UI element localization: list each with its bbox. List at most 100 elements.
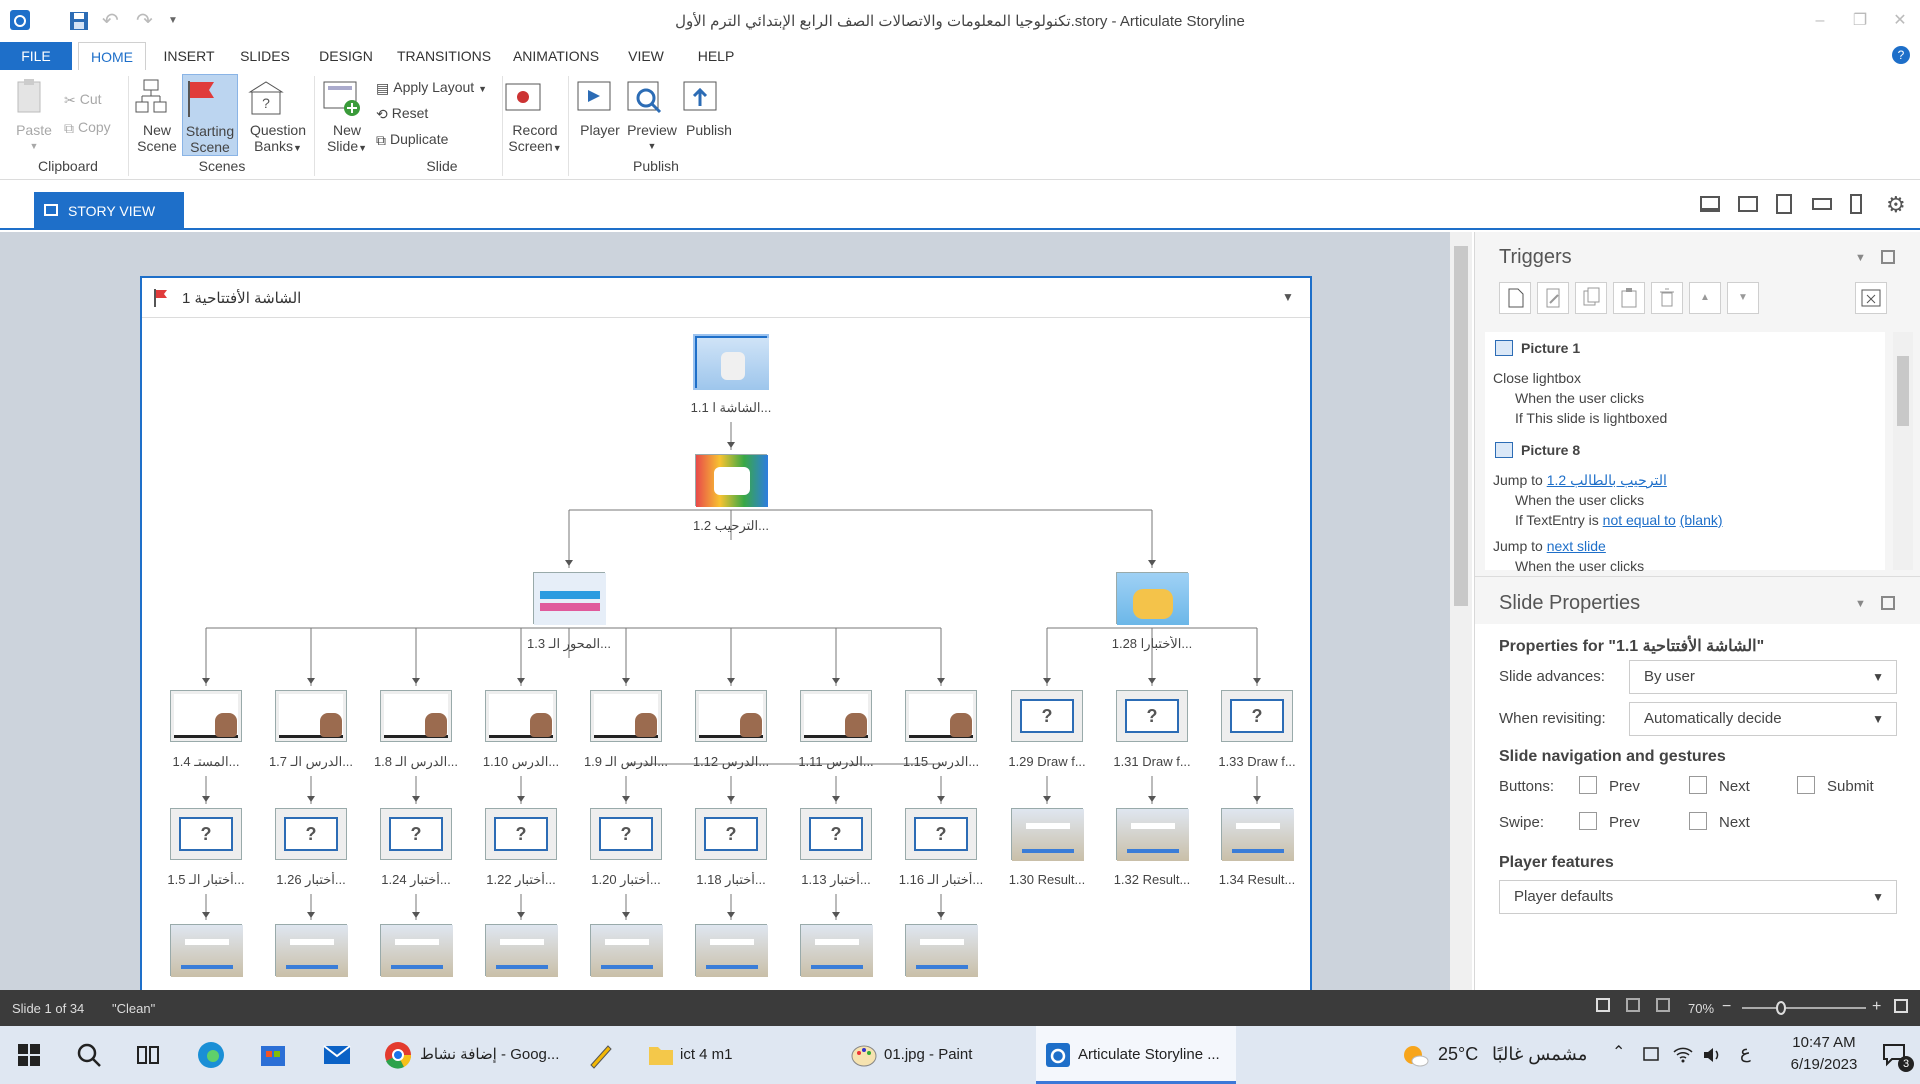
weather-temperature[interactable]: 25°C xyxy=(1438,1044,1478,1065)
slide-thumbnail[interactable]: ? xyxy=(170,808,242,860)
next-button-checkbox[interactable] xyxy=(1689,776,1707,794)
tablet-portrait-icon[interactable] xyxy=(1776,194,1792,214)
slide-thumbnail[interactable] xyxy=(380,924,453,977)
slide-thumbnail[interactable] xyxy=(170,924,243,977)
swipe-next-checkbox[interactable] xyxy=(1689,812,1707,830)
edge-icon[interactable] xyxy=(196,1040,226,1070)
zoom-slider[interactable] xyxy=(1742,1001,1866,1015)
search-icon[interactable] xyxy=(76,1042,102,1068)
slide-node[interactable] xyxy=(158,924,254,990)
wifi-icon[interactable] xyxy=(1672,1044,1694,1064)
edit-trigger-button[interactable] xyxy=(1537,282,1569,314)
publish-button[interactable]: Publish xyxy=(682,78,736,138)
properties-float-icon[interactable] xyxy=(1881,596,1895,610)
slide-thumbnail[interactable] xyxy=(695,924,768,977)
slide-node[interactable] xyxy=(578,924,674,990)
slide-node[interactable]: ? 1.31 Draw f... xyxy=(1104,690,1200,790)
slide-master-mode-icon[interactable] xyxy=(1656,998,1670,1012)
slide-thumbnail[interactable] xyxy=(695,336,769,390)
player-features-dropdown[interactable]: Player defaults ▼ xyxy=(1499,880,1897,914)
input-language[interactable]: ع xyxy=(1740,1042,1751,1063)
taskbar-chrome[interactable]: إضافة نشاط - Goog... xyxy=(380,1026,570,1084)
slide-thumbnail[interactable] xyxy=(485,690,557,742)
slide-thumbnail[interactable] xyxy=(533,572,606,625)
triggers-collapse-icon[interactable]: ▼ xyxy=(1855,252,1866,264)
clock-date[interactable]: 6/19/2023 xyxy=(1774,1056,1874,1073)
tab-view[interactable]: VIEW xyxy=(618,42,674,70)
close-button[interactable]: ✕ xyxy=(1880,8,1920,34)
phone-landscape-icon[interactable] xyxy=(1812,198,1832,210)
tab-insert[interactable]: INSERT xyxy=(156,42,222,70)
slide-thumbnail[interactable] xyxy=(170,690,242,742)
slide-node[interactable]: 1.8 الدرس الـ... xyxy=(368,690,464,790)
new-trigger-button[interactable] xyxy=(1499,282,1531,314)
slide-advances-dropdown[interactable]: By user ▼ xyxy=(1629,660,1897,694)
trigger-action-jump-1[interactable]: Jump to 1.2 الترحيب بالطالب xyxy=(1493,472,1667,489)
slide-node[interactable]: 1.3 المحور الـ... xyxy=(521,572,617,672)
trigger-action-jump-2[interactable]: Jump to next slide xyxy=(1493,538,1606,554)
slide-node[interactable]: 1.10 الدرس... xyxy=(473,690,569,790)
paste-trigger-button[interactable] xyxy=(1613,282,1645,314)
clock-time[interactable]: 10:47 AM xyxy=(1774,1034,1874,1051)
paste-button[interactable]: Paste ▼ xyxy=(12,78,56,154)
windows-start-icon[interactable] xyxy=(18,1044,40,1066)
mail-icon[interactable] xyxy=(322,1040,352,1070)
tab-transitions[interactable]: TRANSITIONS xyxy=(392,42,496,70)
slide-node[interactable]: 1.32 Result... xyxy=(1104,808,1200,908)
swipe-prev-checkbox[interactable] xyxy=(1579,812,1597,830)
slide-node[interactable]: 1.28 الأختبارا... xyxy=(1104,572,1200,672)
blank-link[interactable]: (blank) xyxy=(1680,512,1723,528)
slide-thumbnail[interactable] xyxy=(590,690,662,742)
slide-node[interactable] xyxy=(893,924,989,990)
zoom-slider-thumb[interactable] xyxy=(1776,1001,1786,1015)
slide-node[interactable]: ? 1.20 أختبار... xyxy=(578,808,674,908)
properties-collapse-icon[interactable]: ▼ xyxy=(1855,598,1866,610)
slide-node[interactable]: ? 1.16 أختبار الـ... xyxy=(893,808,989,908)
next-slide-link[interactable]: next slide xyxy=(1547,538,1606,554)
slide-thumbnail[interactable] xyxy=(1116,808,1189,861)
slide-node[interactable]: ? 1.29 Draw f... xyxy=(999,690,1095,790)
story-view-tab[interactable]: STORY VIEW xyxy=(34,192,184,230)
taskbar-paint[interactable]: 01.jpg - Paint xyxy=(846,1026,1028,1084)
reset-button[interactable]: ⟲ Reset xyxy=(376,102,428,124)
pen-tool-icon[interactable] xyxy=(586,1040,616,1070)
slide-node[interactable]: ? 1.26 أختبار... xyxy=(263,808,359,908)
operator-link[interactable]: not equal to xyxy=(1603,512,1676,528)
taskbar-folder[interactable]: ict 4 m1 xyxy=(644,1026,836,1084)
slide-thumbnail[interactable]: ? xyxy=(275,808,347,860)
fit-to-window-icon[interactable] xyxy=(1894,999,1908,1013)
taskbar-storyline[interactable]: Articulate Storyline ... xyxy=(1036,1026,1236,1084)
slide-node[interactable] xyxy=(788,924,884,990)
phone-portrait-icon[interactable] xyxy=(1850,194,1862,214)
slide-node[interactable]: 1.15 الدرس... xyxy=(893,690,989,790)
slide-thumbnail[interactable]: ? xyxy=(1116,690,1188,742)
tablet-landscape-icon[interactable] xyxy=(1738,196,1758,212)
slide-thumbnail[interactable] xyxy=(380,690,452,742)
when-revisiting-dropdown[interactable]: Automatically decide ▼ xyxy=(1629,702,1897,736)
slide-node[interactable]: 1.1 الشاشة ا... xyxy=(683,336,779,436)
slide-thumbnail[interactable]: ? xyxy=(905,808,977,860)
slide-thumbnail[interactable] xyxy=(905,690,977,742)
gear-icon[interactable]: ⚙ xyxy=(1886,192,1906,218)
tab-design[interactable]: DESIGN xyxy=(312,42,380,70)
slide-node[interactable]: 1.34 Result... xyxy=(1209,808,1305,908)
copy-button[interactable]: ⧉ Copy xyxy=(64,116,111,138)
canvas-scrollbar[interactable] xyxy=(1450,232,1472,990)
prev-button-checkbox[interactable] xyxy=(1579,776,1597,794)
zoom-in-icon[interactable]: + xyxy=(1872,998,1881,1016)
slide-node[interactable]: ? 1.13 أختبار... xyxy=(788,808,884,908)
trigger-variables-button[interactable] xyxy=(1855,282,1887,314)
slide-thumbnail[interactable] xyxy=(590,924,663,977)
slide-node[interactable]: 1.11 الدرس... xyxy=(788,690,884,790)
minimize-button[interactable]: – xyxy=(1800,8,1840,34)
normal-view-mode-icon[interactable] xyxy=(1626,998,1640,1012)
preview-button[interactable]: Preview ▼ xyxy=(626,78,678,154)
slide-thumbnail[interactable]: ? xyxy=(695,808,767,860)
weather-description[interactable]: مشمس غالبًا xyxy=(1492,1044,1587,1065)
apply-layout-button[interactable]: ▤ Apply Layout ▼ xyxy=(376,76,487,98)
trigger-scrollbar[interactable] xyxy=(1893,332,1913,570)
triggers-float-icon[interactable] xyxy=(1881,250,1895,264)
slide-node[interactable]: ? 1.18 أختبار... xyxy=(683,808,779,908)
slide-thumbnail[interactable] xyxy=(485,924,558,977)
duplicate-button[interactable]: ⧉ Duplicate xyxy=(376,128,448,150)
